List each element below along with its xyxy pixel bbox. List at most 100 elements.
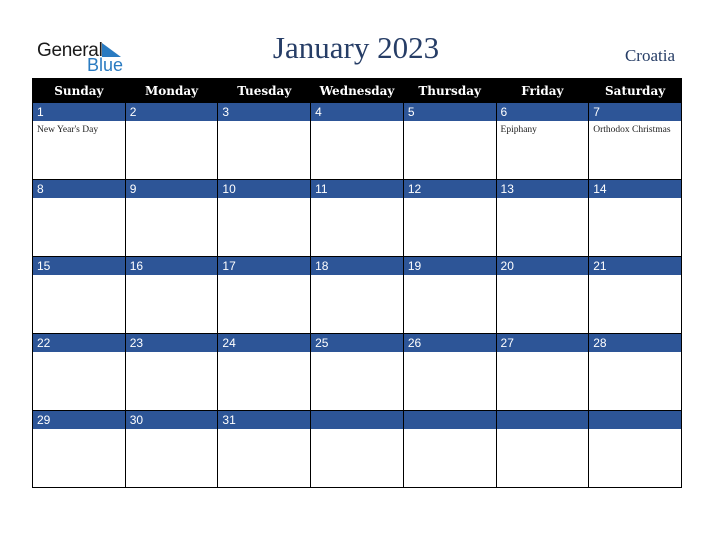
day-cell[interactable]: 7 Orthodox Christmas	[588, 102, 682, 180]
weekday-header: Tuesday	[217, 78, 312, 103]
day-number: 14	[589, 180, 681, 198]
holiday-label: Epiphany	[500, 125, 537, 135]
day-cell[interactable]: 13	[495, 179, 590, 257]
holiday-label	[589, 275, 681, 278]
holiday-label	[589, 198, 681, 201]
weekday-header: Saturday	[588, 78, 682, 103]
day-number: 5	[403, 103, 496, 121]
day-number: 8	[33, 180, 125, 198]
day-cell[interactable]	[402, 410, 497, 488]
day-number: 27	[496, 334, 589, 352]
day-cell[interactable]: 1 New Year's Day	[32, 102, 126, 180]
day-number: 28	[589, 334, 681, 352]
day-number: 12	[403, 180, 496, 198]
day-cell[interactable]: 17	[217, 256, 312, 334]
day-cell[interactable]: 11	[310, 179, 404, 257]
day-cell[interactable]	[495, 410, 590, 488]
day-cell[interactable]: 21	[588, 256, 682, 334]
calendar-grid: Sunday Monday Tuesday Wednesday Thursday…	[32, 78, 682, 488]
day-number: 18	[311, 257, 403, 275]
holiday-label: Orthodox Christmas	[593, 125, 671, 135]
page-title: January 2023	[272, 30, 440, 65]
day-cell[interactable]: 5	[402, 102, 497, 180]
holiday-label	[404, 275, 496, 278]
holiday-label	[589, 429, 681, 432]
day-cell[interactable]	[588, 410, 682, 488]
holiday-label	[404, 198, 496, 201]
day-number	[403, 411, 496, 429]
day-cell[interactable]: 28	[588, 333, 682, 411]
day-number: 4	[311, 103, 403, 121]
week-row: 29 30 31	[32, 410, 682, 488]
day-cell[interactable]: 15	[32, 256, 126, 334]
day-cell[interactable]: 16	[124, 256, 219, 334]
day-cell[interactable]: 18	[310, 256, 404, 334]
day-number: 10	[218, 180, 311, 198]
weekday-header-row: Sunday Monday Tuesday Wednesday Thursday…	[32, 78, 682, 103]
day-number: 20	[496, 257, 589, 275]
holiday-label	[497, 429, 589, 432]
day-cell[interactable]: 23	[124, 333, 219, 411]
day-number: 3	[218, 103, 311, 121]
holiday-label	[218, 198, 310, 201]
holiday-label	[126, 198, 218, 201]
holiday-label	[404, 352, 496, 355]
weekday-header: Sunday	[32, 78, 126, 103]
holiday-label	[126, 429, 218, 432]
day-number: 7	[589, 103, 681, 121]
day-number: 29	[33, 411, 125, 429]
day-cell[interactable]: 29	[32, 410, 126, 488]
week-row: 8 9 10 11 12 13 14	[32, 179, 682, 257]
day-cell[interactable]: 6 Epiphany	[495, 102, 590, 180]
country-label: Croatia	[624, 46, 675, 65]
day-number: 16	[125, 257, 218, 275]
holiday-label	[33, 198, 125, 201]
holiday-label	[126, 352, 218, 355]
day-cell[interactable]: 31	[217, 410, 312, 488]
day-number: 22	[33, 334, 125, 352]
day-cell[interactable]: 27	[495, 333, 590, 411]
day-number: 31	[218, 411, 311, 429]
holiday-label	[126, 121, 218, 124]
holiday-label	[218, 352, 310, 355]
day-number: 13	[496, 180, 589, 198]
day-number: 19	[403, 257, 496, 275]
day-cell[interactable]: 2	[124, 102, 219, 180]
day-cell[interactable]: 9	[124, 179, 219, 257]
holiday-label	[404, 429, 496, 432]
holiday-label	[497, 275, 589, 278]
day-number: 30	[125, 411, 218, 429]
week-row: 1 New Year's Day 2 3 4 5 6 Epiphany 7 Orthodox Ch…	[32, 102, 682, 180]
day-cell[interactable]: 25	[310, 333, 404, 411]
day-number: 9	[125, 180, 218, 198]
holiday-label	[218, 121, 310, 124]
day-number: 15	[33, 257, 125, 275]
day-number: 6	[496, 103, 589, 121]
day-cell[interactable]: 3	[217, 102, 312, 180]
day-cell[interactable]: 19	[402, 256, 497, 334]
day-cell[interactable]: 22	[32, 333, 126, 411]
day-number	[311, 411, 403, 429]
holiday-label	[311, 275, 403, 278]
day-cell[interactable]: 8	[32, 179, 126, 257]
day-number: 11	[311, 180, 403, 198]
holiday-label	[311, 429, 403, 432]
day-cell[interactable]: 4	[310, 102, 404, 180]
day-number: 26	[403, 334, 496, 352]
weekday-header: Thursday	[402, 78, 497, 103]
day-cell[interactable]: 20	[495, 256, 590, 334]
day-number: 24	[218, 334, 311, 352]
day-number: 2	[125, 103, 218, 121]
holiday-label	[497, 198, 589, 201]
day-cell[interactable]: 14	[588, 179, 682, 257]
day-cell[interactable]: 30	[124, 410, 219, 488]
day-number	[496, 411, 589, 429]
day-cell[interactable]: 12	[402, 179, 497, 257]
day-cell[interactable]	[310, 410, 404, 488]
holiday-label: New Year's Day	[37, 125, 99, 135]
holiday-label	[497, 352, 589, 355]
day-cell[interactable]: 24	[217, 333, 312, 411]
day-cell[interactable]: 10	[217, 179, 312, 257]
day-cell[interactable]: 26	[402, 333, 497, 411]
holiday-label	[218, 275, 310, 278]
